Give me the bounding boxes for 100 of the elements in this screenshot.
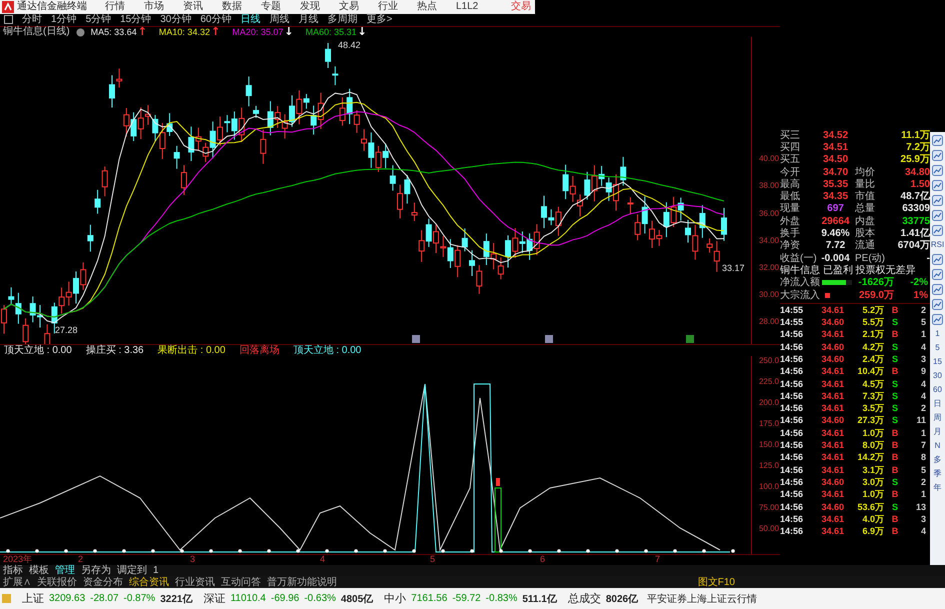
quote-label: 最高 xyxy=(780,178,801,190)
info-tab[interactable]: 行业资讯 xyxy=(175,576,215,588)
tick-side: S xyxy=(890,390,899,402)
tick-volume: 3.1万 xyxy=(861,464,884,476)
menu-item[interactable]: 发现 xyxy=(300,0,320,13)
period-button[interactable]: 周 xyxy=(934,413,942,423)
square-icon[interactable] xyxy=(4,15,13,24)
indicator-tab[interactable]: 管理 xyxy=(55,565,75,576)
period-tab[interactable]: 30分钟 xyxy=(160,14,192,26)
chart-icon[interactable] xyxy=(932,269,943,280)
chart-icon[interactable] xyxy=(932,195,943,206)
menu-item[interactable]: 数据 xyxy=(222,0,242,13)
quote-label: 今开 xyxy=(780,166,801,178)
tick-time: 14:56 xyxy=(780,526,804,538)
menu-item[interactable]: 行业 xyxy=(378,0,398,13)
tick-time: 14:56 xyxy=(780,489,804,500)
tick-price: 34.60 xyxy=(820,415,844,426)
info-tab[interactable]: 资金分布 xyxy=(83,576,123,588)
menu-item[interactable]: 文易 xyxy=(339,0,359,13)
period-tab[interactable]: 5分钟 xyxy=(86,14,112,26)
tick-count: 4 xyxy=(920,390,926,402)
quote-label: 现量 xyxy=(780,203,801,214)
tick-price: 34.61 xyxy=(820,378,844,390)
chart-icon[interactable] xyxy=(932,314,943,325)
tick-side: B xyxy=(890,489,900,500)
axis-label: 32.00 xyxy=(758,262,780,273)
tick-count: 3 xyxy=(920,354,926,365)
indicator-tab[interactable]: 另存为 xyxy=(81,565,111,576)
period-tab[interactable]: 分时 xyxy=(22,14,42,26)
menu-item[interactable]: 资讯 xyxy=(183,0,203,13)
period-button[interactable]: 5 xyxy=(935,343,940,353)
tick-time: 14:55 xyxy=(780,304,804,316)
period-button[interactable]: 15 xyxy=(933,357,942,367)
info-tab[interactable]: 扩展∧ xyxy=(3,576,31,588)
period-button[interactable]: 多 xyxy=(934,455,942,465)
chart-icon[interactable] xyxy=(932,135,943,146)
tick-side: B xyxy=(890,526,900,538)
menu-item[interactable]: 专题 xyxy=(261,0,281,13)
period-button[interactable]: 季 xyxy=(934,469,942,479)
period-tab[interactable]: 15分钟 xyxy=(120,14,152,26)
circle-icon[interactable] xyxy=(76,28,85,37)
chart-icon[interactable] xyxy=(932,284,943,295)
quote-label: 量比 xyxy=(855,178,876,190)
info-tab[interactable]: 综合资讯 xyxy=(129,576,169,588)
menu-item[interactable]: L1L2 xyxy=(456,0,478,13)
period-button[interactable]: 年 xyxy=(934,483,942,493)
indicator-tab[interactable]: 调定到 xyxy=(117,565,147,576)
indicator-tab[interactable]: 指标 xyxy=(3,565,23,576)
chart-icon[interactable] xyxy=(932,180,943,191)
info-tab[interactable]: 互动问答 xyxy=(221,576,261,588)
quote-value: 34.80 xyxy=(904,166,930,178)
tick-price: 34.61 xyxy=(820,526,844,538)
chart-icon[interactable] xyxy=(932,210,943,221)
tick-volume: 8.0万 xyxy=(861,440,884,452)
chart-icon[interactable] xyxy=(932,225,943,236)
period-tab[interactable]: 日线 xyxy=(240,14,260,26)
period-button[interactable]: 1 xyxy=(935,329,940,339)
ma-value: MA10: 34.32 xyxy=(158,27,210,38)
period-tab[interactable]: 月线 xyxy=(298,14,318,26)
tick-side: B xyxy=(890,452,900,464)
period-button[interactable]: 月 xyxy=(934,427,942,437)
menu-item[interactable]: 行情 xyxy=(105,0,125,13)
menu-item[interactable]: 热点 xyxy=(417,0,437,13)
event-icon[interactable] xyxy=(545,335,553,344)
chart-icon[interactable] xyxy=(932,254,943,265)
period-tab[interactable]: 周线 xyxy=(270,14,290,26)
index-name: 深证 xyxy=(203,592,226,606)
indicator-tab[interactable]: 模板 xyxy=(29,565,49,576)
quote-value: 34.50 xyxy=(822,154,850,166)
indicator-tab[interactable]: 1 xyxy=(153,565,159,576)
info-tab[interactable]: 普万新功能说明 xyxy=(267,576,337,588)
event-icon[interactable] xyxy=(412,335,420,344)
period-tab[interactable]: 1分钟 xyxy=(51,14,77,26)
chart-icon[interactable] xyxy=(932,299,943,310)
f10-tab[interactable]: 图文F10 xyxy=(698,576,735,588)
quote-label: 内盘 xyxy=(855,216,876,227)
period-button[interactable]: N xyxy=(934,441,940,451)
trade-link[interactable]: 交易 xyxy=(511,0,531,13)
info-tab[interactable]: 关联报价 xyxy=(37,576,77,588)
tick-side: B xyxy=(890,440,900,452)
period-tab[interactable]: 多周期 xyxy=(328,14,358,26)
tick-count: 1 xyxy=(920,428,926,439)
tick-side: S xyxy=(890,476,899,488)
ma-value: MA60: 35.31 xyxy=(305,27,356,38)
menu-item[interactable]: 市场 xyxy=(144,0,164,13)
period-button[interactable]: RSI xyxy=(930,240,944,250)
period-tab[interactable]: 60分钟 xyxy=(200,14,232,26)
chart-icon[interactable] xyxy=(932,150,943,161)
period-button[interactable]: 日 xyxy=(934,399,942,409)
period-button[interactable]: 30 xyxy=(933,371,942,381)
period-tab[interactable]: 更多> xyxy=(366,14,392,26)
tick-count: 8 xyxy=(920,452,926,464)
tick-volume: 7.3万 xyxy=(861,390,884,402)
axis-label: 50.00 xyxy=(758,524,780,534)
date-label: 2 xyxy=(78,555,84,564)
event-icon[interactable] xyxy=(686,335,694,344)
tick-side: S xyxy=(890,403,899,414)
axis-label: 100.0 xyxy=(758,482,780,492)
period-button[interactable]: 60 xyxy=(933,385,942,395)
chart-icon[interactable] xyxy=(932,165,943,176)
